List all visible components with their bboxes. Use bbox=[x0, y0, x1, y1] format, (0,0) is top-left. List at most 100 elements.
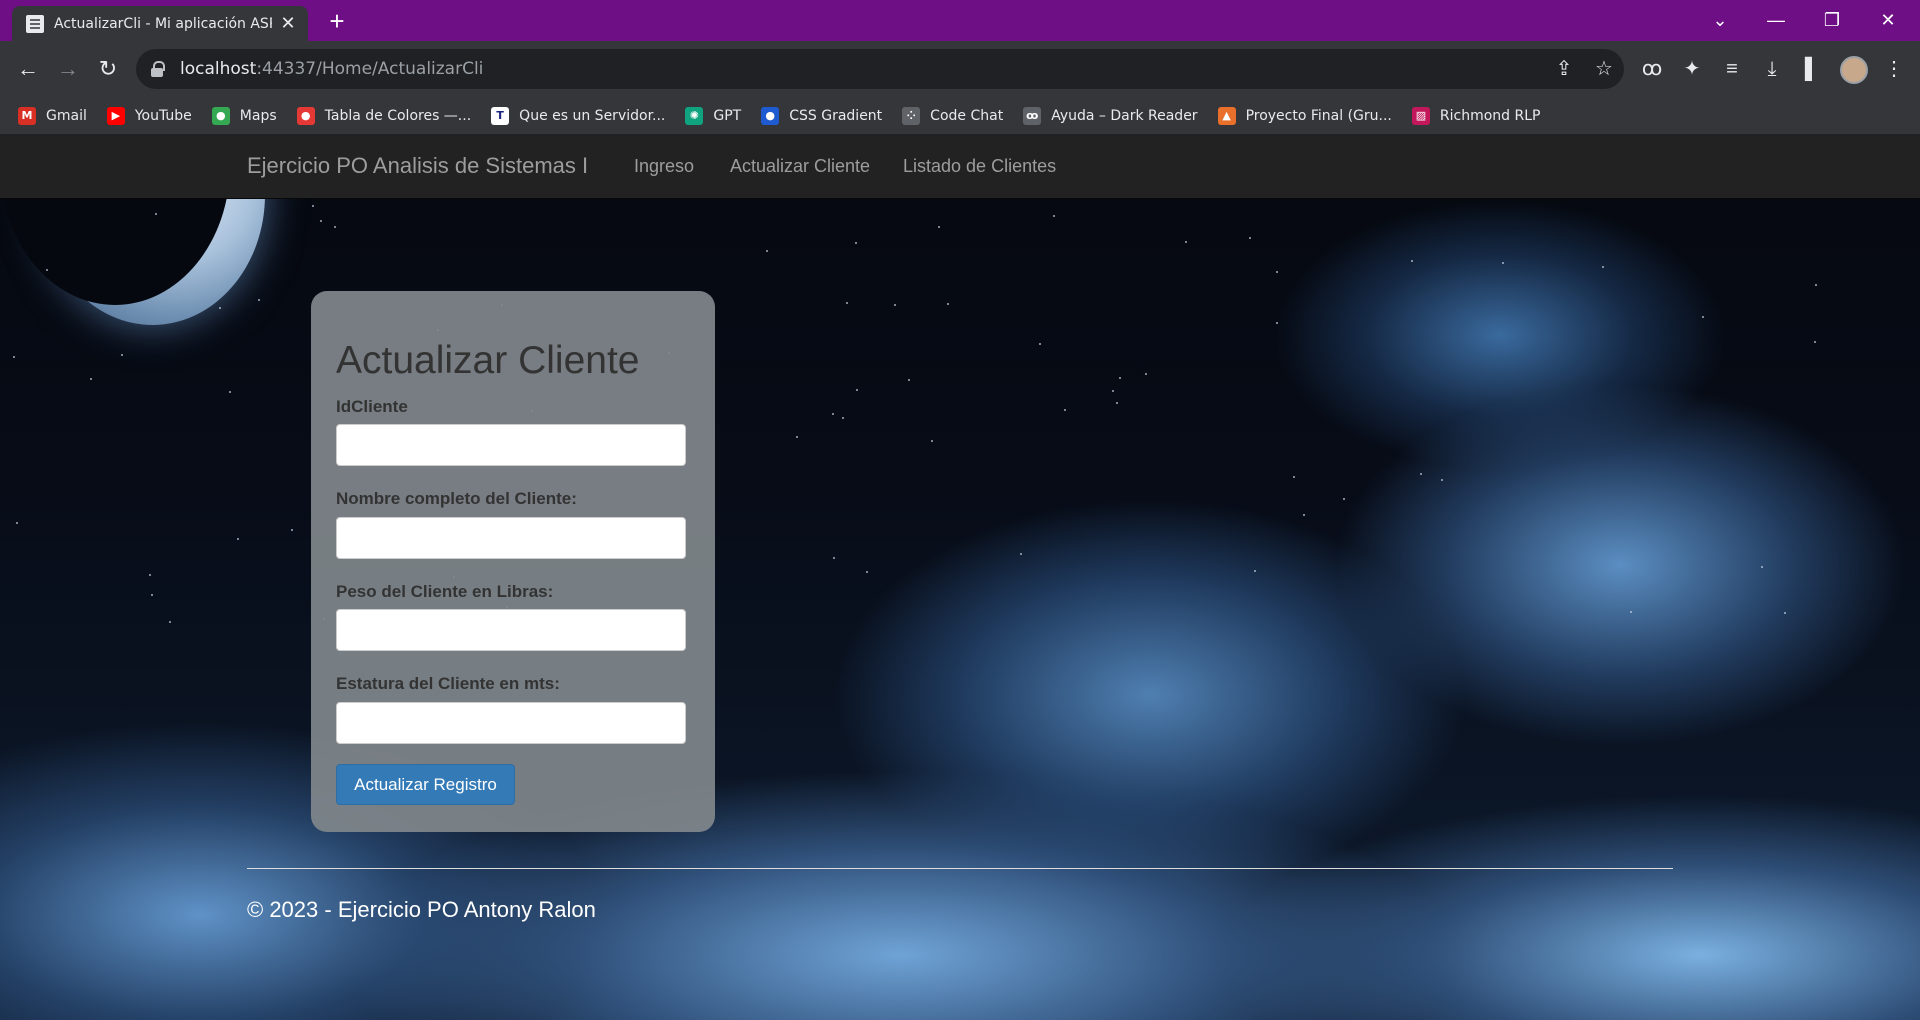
lock-icon[interactable] bbox=[150, 61, 165, 77]
star-decoration bbox=[832, 413, 834, 415]
profile-avatar[interactable] bbox=[1840, 56, 1868, 84]
bookmark-item[interactable]: M Gmail bbox=[18, 106, 87, 125]
star-decoration bbox=[796, 436, 798, 438]
update-client-form: Actualizar Cliente IdCliente Nombre comp… bbox=[311, 291, 715, 832]
bookmark-item[interactable]: ✺ GPT bbox=[685, 106, 741, 125]
bookmark-label: Gmail bbox=[46, 107, 87, 124]
bookmark-label: Code Chat bbox=[930, 107, 1004, 124]
bookmark-item[interactable]: ● CSS Gradient bbox=[761, 106, 882, 125]
address-bar[interactable]: localhost:44337/Home/ActualizarCli ⇪ ☆ bbox=[136, 49, 1624, 89]
star-decoration bbox=[938, 226, 940, 228]
star-decoration bbox=[1815, 284, 1817, 286]
bookmark-label: Richmond RLP bbox=[1439, 107, 1541, 124]
star-decoration bbox=[151, 594, 153, 596]
bookmark-label: YouTube bbox=[134, 107, 192, 124]
star-decoration bbox=[1602, 266, 1604, 268]
close-icon[interactable]: ✕ bbox=[278, 13, 298, 34]
browser-tab[interactable]: ActualizarCli - Mi aplicación ASP.N ✕ bbox=[12, 6, 308, 41]
star-decoration bbox=[1502, 262, 1504, 264]
peso-input[interactable] bbox=[336, 609, 686, 651]
star-decoration bbox=[766, 250, 768, 252]
nombre-label: Nombre completo del Cliente: bbox=[336, 489, 577, 508]
minimize-icon[interactable]: — bbox=[1748, 0, 1804, 41]
star-decoration bbox=[1053, 215, 1055, 217]
star-decoration bbox=[169, 621, 171, 623]
bookmark-item[interactable]: T Que es un Servidor... bbox=[491, 106, 665, 125]
star-decoration bbox=[149, 574, 151, 576]
bookmark-item[interactable]: ▨ Richmond RLP bbox=[1411, 106, 1541, 125]
download-icon[interactable]: ⤓ bbox=[1758, 55, 1786, 83]
nombre-input[interactable] bbox=[336, 517, 686, 559]
maps-icon: ● bbox=[211, 106, 230, 125]
star-decoration bbox=[320, 220, 322, 222]
star-decoration bbox=[1343, 498, 1345, 500]
browser-titlebar: ActualizarCli - Mi aplicación ASP.N ✕ + … bbox=[0, 0, 1920, 41]
t-icon: T bbox=[491, 106, 510, 125]
star-decoration bbox=[1119, 377, 1121, 379]
estatura-input[interactable] bbox=[336, 702, 686, 744]
bookmark-label: Proyecto Final (Gru... bbox=[1245, 107, 1392, 124]
nav-actualizar-cliente[interactable]: Actualizar Cliente bbox=[730, 156, 870, 177]
page-background: Ejercicio PO Analisis de Sistemas I Ingr… bbox=[0, 135, 1920, 1020]
bookmark-item[interactable]: ▲ Proyecto Final (Gru... bbox=[1217, 106, 1392, 125]
share-icon[interactable]: ⇪ bbox=[1552, 57, 1576, 81]
site-brand[interactable]: Ejercicio PO Analisis de Sistemas I bbox=[247, 153, 588, 179]
star-decoration bbox=[1185, 241, 1187, 243]
browser-toolbar: ← → ↻ localhost:44337/Home/ActualizarCli… bbox=[0, 41, 1920, 97]
forward-icon[interactable]: → bbox=[52, 53, 84, 85]
bookmark-label: Ayuda – Dark Reader bbox=[1051, 107, 1198, 124]
gradient-icon: ● bbox=[761, 106, 780, 125]
footer-text: © 2023 - Ejercicio PO Antony Ralon bbox=[247, 897, 596, 922]
star-decoration bbox=[229, 391, 231, 393]
star-decoration bbox=[1411, 260, 1413, 262]
new-tab-button[interactable]: + bbox=[322, 6, 352, 36]
window-close-icon[interactable]: ✕ bbox=[1860, 0, 1916, 41]
star-decoration bbox=[846, 302, 848, 304]
star-decoration bbox=[908, 379, 910, 381]
project-icon: ▲ bbox=[1217, 106, 1236, 125]
star-decoration bbox=[1702, 316, 1704, 318]
side-panel-icon[interactable]: ▌ bbox=[1798, 55, 1826, 83]
star-decoration bbox=[1293, 476, 1295, 478]
bookmark-item[interactable]: ● Maps bbox=[211, 106, 277, 125]
media-icon[interactable]: ≡ bbox=[1718, 55, 1746, 83]
star-decoration bbox=[155, 213, 157, 215]
star-decoration bbox=[1039, 343, 1041, 345]
star-decoration bbox=[334, 226, 336, 228]
nav-ingreso[interactable]: Ingreso bbox=[634, 156, 694, 177]
star-decoration bbox=[1761, 566, 1763, 568]
gpt-icon: ✺ bbox=[685, 106, 704, 125]
darkreader-extension-icon[interactable]: ꝏ bbox=[1638, 55, 1666, 83]
star-decoration bbox=[833, 557, 835, 559]
gmail-icon: M bbox=[18, 106, 36, 125]
star-decoration bbox=[291, 529, 293, 531]
back-icon[interactable]: ← bbox=[12, 53, 44, 85]
star-decoration bbox=[856, 389, 858, 391]
extensions-icon[interactable]: ✦ bbox=[1678, 55, 1706, 83]
reload-icon[interactable]: ↻ bbox=[92, 53, 124, 85]
star-decoration bbox=[1112, 390, 1114, 392]
star-decoration bbox=[1814, 341, 1816, 343]
menu-icon[interactable]: ⋮ bbox=[1880, 55, 1908, 83]
bookmark-item[interactable]: ● Tabla de Colores —... bbox=[296, 106, 472, 125]
bookmark-label: Maps bbox=[239, 107, 277, 124]
idcliente-input[interactable] bbox=[336, 424, 686, 466]
nav-listado-clientes[interactable]: Listado de Clientes bbox=[903, 156, 1056, 177]
bookmark-item[interactable]: ꝏ Ayuda – Dark Reader bbox=[1023, 106, 1198, 125]
restore-icon[interactable]: ❐ bbox=[1804, 0, 1860, 41]
star-decoration bbox=[13, 356, 15, 358]
star-decoration bbox=[1630, 611, 1632, 613]
star-decoration bbox=[1020, 553, 1022, 555]
bookmark-item[interactable]: ▶ YouTube bbox=[106, 106, 192, 125]
bookmark-item[interactable]: ⁘ Code Chat bbox=[902, 106, 1004, 125]
star-decoration bbox=[842, 417, 844, 419]
colors-icon: ● bbox=[296, 106, 315, 125]
star-decoration bbox=[1276, 271, 1278, 273]
bookmark-label: Tabla de Colores —... bbox=[324, 107, 472, 124]
star-decoration bbox=[1116, 402, 1118, 404]
tab-search-icon[interactable]: ⌄ bbox=[1692, 0, 1748, 41]
star-decoration bbox=[16, 522, 18, 524]
star-icon[interactable]: ☆ bbox=[1592, 57, 1616, 81]
form-title: Actualizar Cliente bbox=[336, 339, 640, 382]
update-record-button[interactable]: Actualizar Registro bbox=[336, 764, 515, 805]
